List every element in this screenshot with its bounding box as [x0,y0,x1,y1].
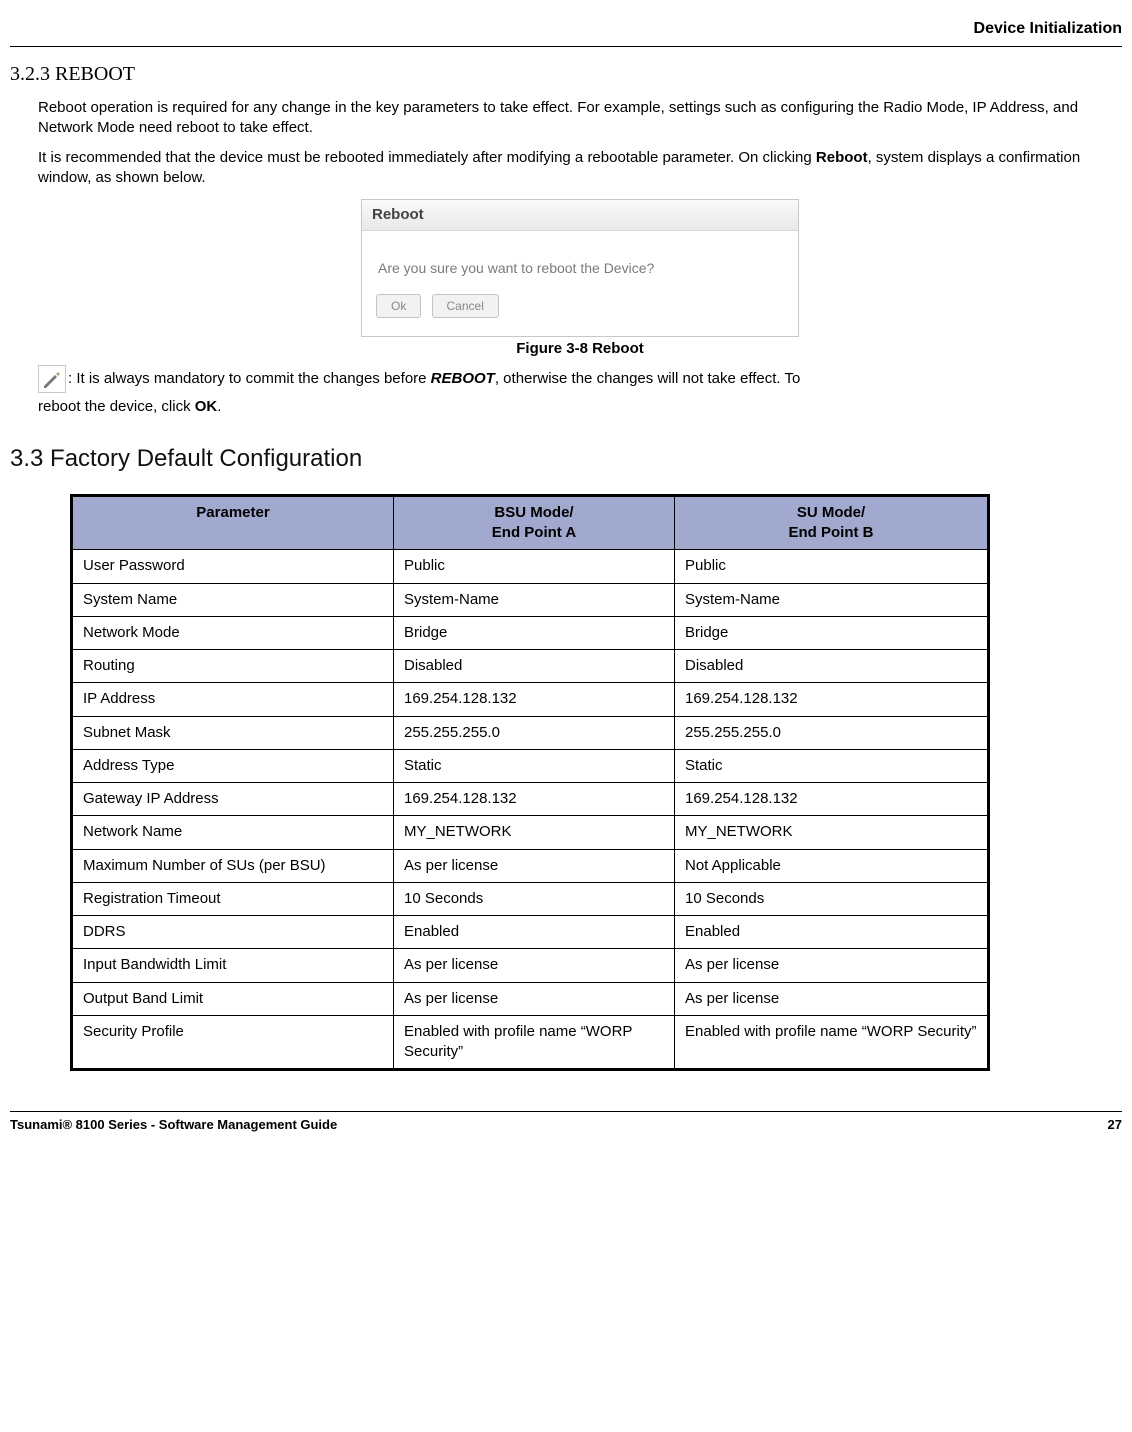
table-row: Security ProfileEnabled with profile nam… [72,1015,989,1070]
section-title-323: 3.2.3 REBOOT [10,61,1122,88]
table-cell: Routing [72,650,394,683]
ok-button[interactable]: Ok [376,294,421,318]
table-row: Subnet Mask255.255.255.0255.255.255.0 [72,716,989,749]
table-cell: DDRS [72,916,394,949]
table-row: Network NameMY_NETWORKMY_NETWORK [72,816,989,849]
footer-left: Tsunami® 8100 Series - Software Manageme… [10,1116,337,1134]
table-cell: Enabled with profile name “WORP Security… [394,1015,675,1070]
table-row: Output Band LimitAs per licenseAs per li… [72,982,989,1015]
table-row: Address TypeStaticStatic [72,749,989,782]
reboot-emph: REBOOT [431,370,495,387]
table-row: User PasswordPublicPublic [72,550,989,583]
table-cell: Address Type [72,749,394,782]
pencil-icon [38,365,66,393]
table-cell: Static [394,749,675,782]
table-row: RoutingDisabledDisabled [72,650,989,683]
table-cell: 255.255.255.0 [394,716,675,749]
table-row: IP Address169.254.128.132169.254.128.132 [72,683,989,716]
text: It is recommended that the device must b… [38,149,816,166]
text: : It is always mandatory to commit the c… [68,370,431,387]
table-cell: As per license [675,949,989,982]
paragraph: Reboot operation is required for any cha… [38,98,1122,139]
table-row: DDRSEnabledEnabled [72,916,989,949]
figure-caption: Figure 3-8 Reboot [38,339,1122,359]
table-cell: 169.254.128.132 [394,683,675,716]
footer-page-number: 27 [1108,1116,1122,1134]
table-cell: 255.255.255.0 [675,716,989,749]
table-cell: System-Name [675,583,989,616]
table-cell: Disabled [675,650,989,683]
table-cell: As per license [394,982,675,1015]
table-cell: As per license [394,849,675,882]
table-cell: Enabled with profile name “WORP Security… [675,1015,989,1070]
table-row: System NameSystem-NameSystem-Name [72,583,989,616]
table-cell: Enabled [394,916,675,949]
table-cell: 10 Seconds [394,882,675,915]
table-cell: Registration Timeout [72,882,394,915]
table-cell: MY_NETWORK [675,816,989,849]
cancel-button[interactable]: Cancel [432,294,499,318]
dialog-message: Are you sure you want to reboot the Devi… [362,231,798,286]
table-cell: As per license [394,949,675,982]
table-cell: Security Profile [72,1015,394,1070]
table-cell: Public [394,550,675,583]
table-cell: Static [675,749,989,782]
table-cell: Bridge [394,616,675,649]
page-footer: Tsunami® 8100 Series - Software Manageme… [10,1112,1122,1134]
table-cell: System Name [72,583,394,616]
dialog-title: Reboot [362,200,798,231]
table-cell: Output Band Limit [72,982,394,1015]
table-cell: Network Mode [72,616,394,649]
paragraph: It is recommended that the device must b… [38,148,1122,189]
section-title-33: 3.3 Factory Default Configuration [10,443,1122,475]
table-cell: Network Name [72,816,394,849]
table-cell: Input Bandwidth Limit [72,949,394,982]
ok-word: OK [195,398,218,415]
table-row: Gateway IP Address169.254.128.132169.254… [72,783,989,816]
table-row: Registration Timeout10 Seconds10 Seconds [72,882,989,915]
table-cell: Gateway IP Address [72,783,394,816]
table-cell: MY_NETWORK [394,816,675,849]
note-line: : It is always mandatory to commit the c… [38,365,1122,393]
table-cell: 169.254.128.132 [675,683,989,716]
table-cell: 10 Seconds [675,882,989,915]
table-row: Network ModeBridgeBridge [72,616,989,649]
table-cell: As per license [675,982,989,1015]
page-header: Device Initialization [10,18,1122,40]
table-header-row: Parameter BSU Mode/End Point A SU Mode/E… [72,495,989,550]
dialog-actions: Ok Cancel [362,286,798,336]
text: . [217,398,221,415]
text: , otherwise the changes will not take ef… [495,370,800,387]
reboot-dialog: Reboot Are you sure you want to reboot t… [361,199,799,337]
header-rule [10,46,1122,47]
table-cell: User Password [72,550,394,583]
table-cell: Not Applicable [675,849,989,882]
table-cell: Public [675,550,989,583]
table-cell: Maximum Number of SUs (per BSU) [72,849,394,882]
reboot-word: Reboot [816,149,868,166]
table-cell: Bridge [675,616,989,649]
table-cell: Disabled [394,650,675,683]
col-parameter: Parameter [72,495,394,550]
config-table: Parameter BSU Mode/End Point A SU Mode/E… [70,494,990,1072]
table-cell: 169.254.128.132 [394,783,675,816]
table-row: Input Bandwidth LimitAs per licenseAs pe… [72,949,989,982]
text: reboot the device, click [38,398,195,415]
note-line-2: reboot the device, click OK. [38,397,1122,417]
table-cell: Enabled [675,916,989,949]
col-su: SU Mode/End Point B [675,495,989,550]
table-cell: IP Address [72,683,394,716]
table-cell: System-Name [394,583,675,616]
table-cell: 169.254.128.132 [675,783,989,816]
col-bsu: BSU Mode/End Point A [394,495,675,550]
table-row: Maximum Number of SUs (per BSU)As per li… [72,849,989,882]
table-cell: Subnet Mask [72,716,394,749]
